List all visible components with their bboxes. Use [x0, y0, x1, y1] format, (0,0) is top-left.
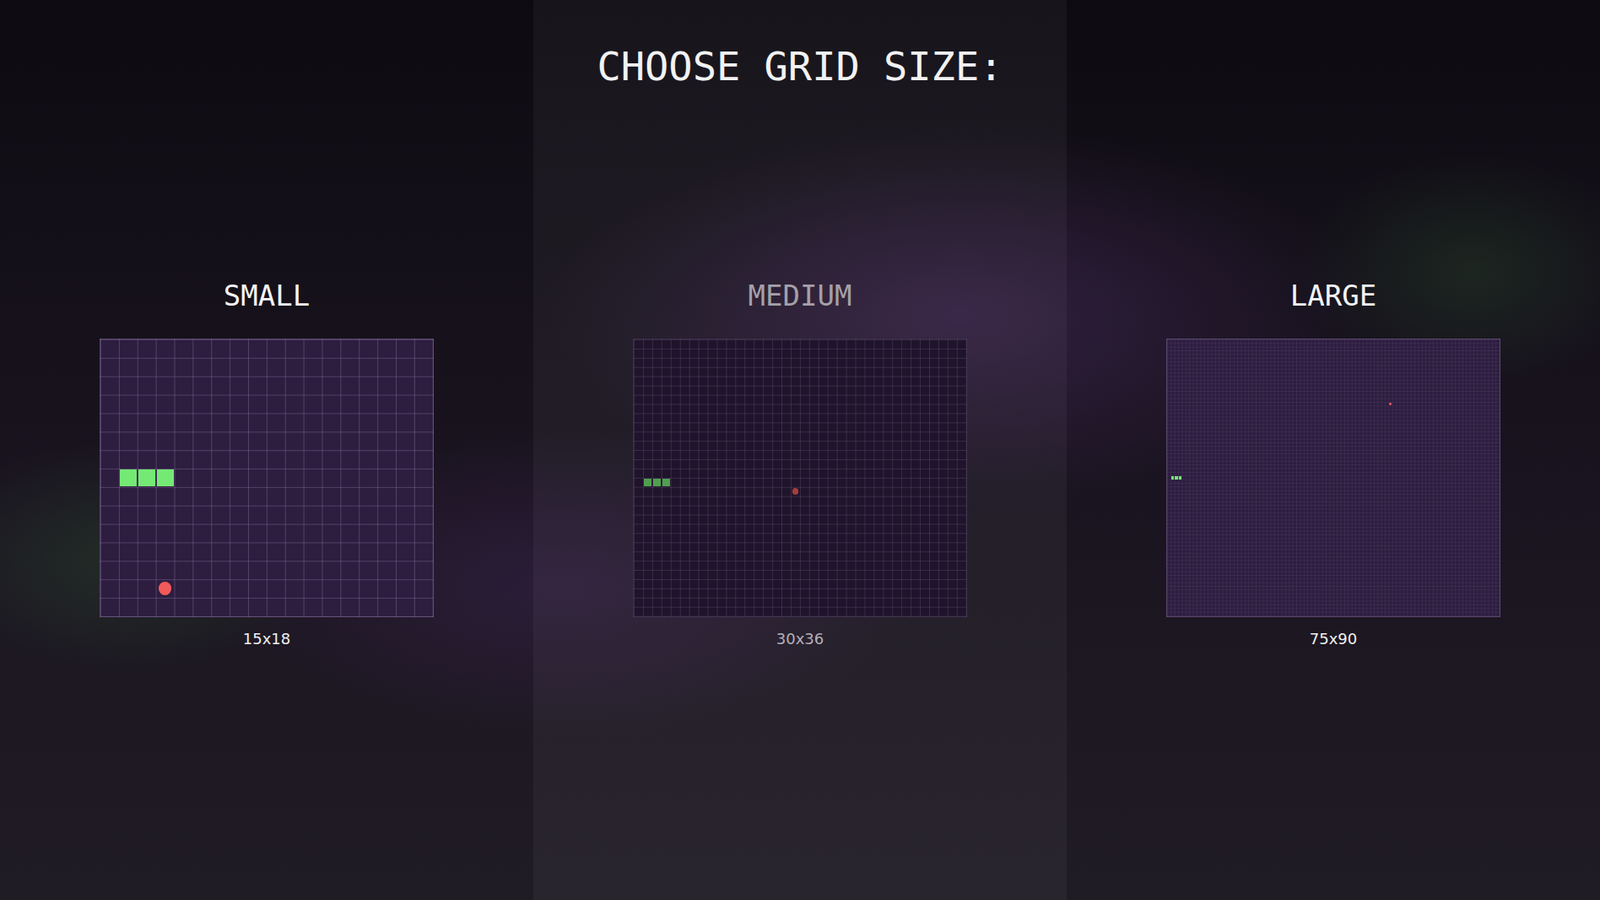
grid-preview[interactable]: [1166, 338, 1501, 617]
size-label: LARGE: [1290, 276, 1377, 314]
snake-segment: [652, 477, 662, 487]
snake-segment: [156, 468, 175, 487]
size-label: MEDIUM: [748, 276, 853, 314]
snake-segment: [1174, 475, 1179, 480]
size-option[interactable]: LARGE 75x90: [1066, 276, 1600, 649]
grid-size-screen: CHOOSE GRID SIZE: SMALL 15x18 MEDIUM 30x36 LA…: [0, 0, 1600, 900]
size-option[interactable]: MEDIUM 30x36: [533, 276, 1067, 649]
grid-preview[interactable]: [99, 338, 434, 617]
size-dimensions: 30x36: [776, 628, 824, 649]
size-option[interactable]: SMALL 15x18: [0, 276, 534, 649]
food-dot: [156, 578, 175, 598]
screen-title: CHOOSE GRID SIZE:: [0, 0, 1600, 92]
snake-segment: [118, 468, 138, 487]
snake-segment: [1178, 475, 1182, 480]
snake-segment: [661, 477, 671, 487]
food-dot: [1389, 401, 1393, 406]
snake-segment: [1170, 475, 1174, 480]
snake-segment: [643, 477, 653, 487]
size-options: SMALL 15x18 MEDIUM 30x36 LARGE 75x90: [0, 276, 1600, 649]
food-dot: [790, 486, 800, 497]
snake-segment: [137, 468, 157, 487]
size-label: SMALL: [223, 276, 310, 314]
size-dimensions: 15x18: [243, 628, 291, 649]
size-dimensions: 75x90: [1309, 628, 1357, 649]
grid-preview[interactable]: [632, 338, 968, 617]
